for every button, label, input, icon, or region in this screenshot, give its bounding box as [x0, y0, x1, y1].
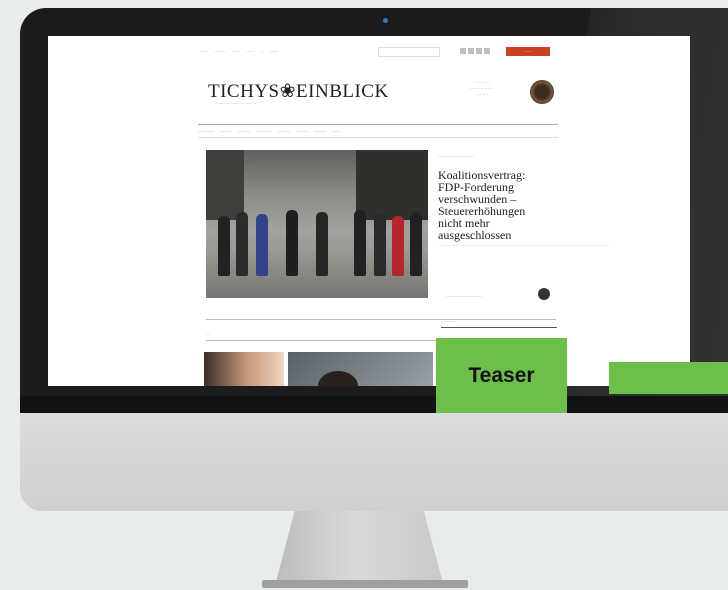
website-screen: ⋯⋯ ⋯⋯⋯ ⋯⋯ ⋯⋯ ⋯ ⋯⋯ ⋯⋯ TICHYS❀EINBLICK ⋯⋯⋯… — [48, 36, 690, 386]
site-logo[interactable]: TICHYS❀EINBLICK — [208, 80, 389, 103]
monitor-stand — [275, 511, 443, 583]
monitor-base — [262, 580, 468, 588]
topnav-item[interactable]: ⋯⋯ — [232, 49, 240, 54]
person-figure — [374, 214, 386, 276]
section-label: ⋯ — [206, 332, 210, 337]
social-icons — [460, 48, 490, 54]
rss-icon[interactable] — [484, 48, 490, 54]
nav-item[interactable]: ⋯⋯⋯ — [296, 129, 308, 134]
subscribe-button[interactable]: ⋯⋯ — [506, 47, 550, 56]
search-input[interactable] — [378, 47, 440, 57]
teaser-callout-label: Teaser — [436, 338, 567, 413]
article-thumbnail[interactable] — [204, 352, 284, 386]
promo-text[interactable]: ⋯⋯⋯⋯ ⋯⋯⋯⋯⋯⋯ ⋯⋯⋯ — [442, 80, 522, 98]
hero-image[interactable] — [206, 150, 428, 298]
nav-item[interactable]: ⋯⋯⋯ — [238, 129, 250, 134]
person-figure — [410, 212, 422, 276]
hero-building — [206, 150, 244, 220]
nav-item[interactable]: ⋯⋯⋯ — [220, 129, 232, 134]
youtube-icon[interactable] — [476, 48, 482, 54]
nav-item[interactable]: ⋯⋯⋯ — [314, 129, 326, 134]
topnav-item-highlight[interactable]: ⋯⋯ — [270, 49, 278, 54]
sidebar-label: ⋯⋯⋯⋯ — [441, 319, 457, 324]
topnav-item[interactable]: ⋯⋯⋯ — [214, 49, 226, 54]
facebook-icon[interactable] — [460, 48, 466, 54]
person-figure — [392, 216, 404, 276]
article-headline[interactable]: Koalitionsvertrag: FDP-Forderung verschw… — [438, 169, 548, 241]
nav-item[interactable]: ⋯⋯⋯ — [278, 129, 290, 134]
callout-arrow — [609, 362, 728, 394]
article-kicker: ⋯⋯⋯⋯⋯⋯⋯⋯⋯ — [438, 154, 474, 159]
topnav-item[interactable]: ⋯ — [260, 49, 264, 54]
person-figure — [256, 214, 268, 276]
person-figure — [218, 216, 230, 276]
monitor-chin — [20, 413, 728, 511]
divider — [206, 319, 556, 320]
nav-item[interactable]: ⋯⋯⋯⋯ — [198, 129, 214, 134]
nav-item[interactable]: ⋯⋯ — [332, 129, 340, 134]
monitor-bezel — [20, 396, 728, 413]
author-line[interactable]: ⋯⋯⋯⋯⋯⋯⋯⋯⋯ — [446, 294, 482, 299]
top-navigation: ⋯⋯ ⋯⋯⋯ ⋯⋯ ⋯⋯ ⋯ ⋯⋯ — [200, 49, 278, 54]
topnav-item[interactable]: ⋯⋯ — [246, 49, 254, 54]
sidebar-divider — [441, 327, 557, 328]
topnav-item[interactable]: ⋯⋯ — [200, 49, 208, 54]
magazine-badge-icon[interactable] — [530, 80, 554, 104]
hero-building — [356, 150, 428, 220]
nav-item[interactable]: ⋯⋯⋯⋯ — [256, 129, 272, 134]
person-figure — [316, 212, 328, 276]
camera-dot — [383, 18, 388, 23]
author-avatar[interactable] — [538, 288, 550, 300]
main-navigation: ⋯⋯⋯⋯ ⋯⋯⋯ ⋯⋯⋯ ⋯⋯⋯⋯ ⋯⋯⋯ ⋯⋯⋯ ⋯⋯⋯ ⋯⋯ — [198, 124, 558, 138]
person-figure — [236, 212, 248, 276]
twitter-icon[interactable] — [468, 48, 474, 54]
article-thumbnail[interactable] — [288, 352, 433, 386]
person-figure — [286, 210, 298, 276]
person-figure — [354, 210, 366, 276]
site-tagline: ⋯⋯⋯⋯⋯⋯⋯⋯⋯⋯⋯⋯ — [214, 102, 256, 106]
article-teaser: ⋯⋯⋯⋯⋯⋯⋯⋯⋯⋯⋯⋯⋯⋯⋯⋯⋯⋯⋯⋯⋯⋯⋯⋯⋯⋯⋯⋯⋯⋯⋯⋯⋯⋯⋯⋯⋯⋯⋯⋯… — [438, 243, 610, 248]
